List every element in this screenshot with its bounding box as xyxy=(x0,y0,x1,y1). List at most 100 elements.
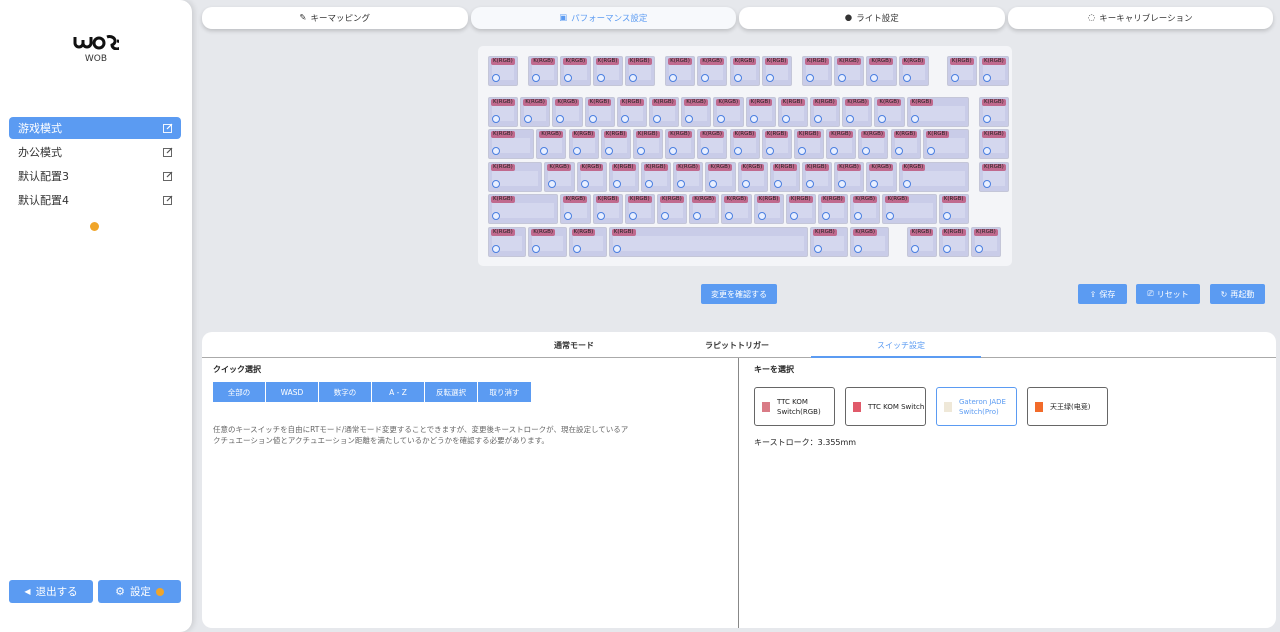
tab-rapid-trigger[interactable]: ラピットトリガー xyxy=(705,340,769,351)
keycap[interactable]: K(RGB) xyxy=(858,129,889,159)
keycap[interactable]: K(RGB) xyxy=(810,96,841,127)
select-all-button[interactable]: 全部の xyxy=(213,382,265,402)
keycap[interactable]: K(RGB) xyxy=(721,194,752,224)
keycap[interactable]: K(RGB) xyxy=(600,129,631,159)
keycap[interactable]: K(RGB) xyxy=(705,161,736,192)
keycap[interactable]: K(RGB) xyxy=(882,194,937,224)
keycap[interactable]: K(RGB) xyxy=(979,161,1010,192)
keycap[interactable]: K(RGB) xyxy=(520,96,551,127)
keycap[interactable]: K(RGB) xyxy=(801,161,833,192)
keycap[interactable]: K(RGB) xyxy=(906,96,969,127)
keycap[interactable]: K(RGB) xyxy=(528,56,559,86)
keycap[interactable]: K(RGB) xyxy=(737,161,768,192)
keycap[interactable]: K(RGB) xyxy=(866,161,897,192)
keycap[interactable]: K(RGB) xyxy=(818,194,849,224)
keycap[interactable]: K(RGB) xyxy=(761,56,792,86)
keycap[interactable]: K(RGB) xyxy=(810,226,849,257)
keycap[interactable]: K(RGB) xyxy=(793,129,825,159)
keycap[interactable]: K(RGB) xyxy=(624,56,656,86)
cancel-selection-button[interactable]: 取り消す xyxy=(478,382,531,402)
keycap[interactable]: K(RGB) xyxy=(745,96,776,127)
keycap[interactable]: K(RGB) xyxy=(681,96,712,127)
keycap[interactable]: K(RGB) xyxy=(536,129,567,159)
tab-lighting[interactable]: ● ライト設定 xyxy=(739,7,1005,29)
keycap[interactable]: K(RGB) xyxy=(785,194,817,224)
settings-button[interactable]: ⚙ 設定 xyxy=(98,580,181,603)
profile-item-4[interactable]: 默认配置4 xyxy=(9,189,181,211)
keycap[interactable]: K(RGB) xyxy=(850,226,889,257)
keycap[interactable]: K(RGB) xyxy=(697,129,728,159)
keycap[interactable]: K(RGB) xyxy=(488,56,519,86)
keycap[interactable]: K(RGB) xyxy=(979,56,1010,86)
keycap[interactable]: K(RGB) xyxy=(568,129,599,159)
keycap[interactable]: K(RGB) xyxy=(753,194,784,224)
edit-icon[interactable] xyxy=(163,195,173,205)
keycap[interactable]: K(RGB) xyxy=(826,129,857,159)
keycap[interactable]: K(RGB) xyxy=(649,96,680,127)
switch-option-1[interactable]: TTC KOM Switch(RGB) xyxy=(754,387,835,426)
keycap[interactable]: K(RGB) xyxy=(898,56,929,86)
keycap[interactable]: K(RGB) xyxy=(777,96,808,127)
keycap[interactable]: K(RGB) xyxy=(592,56,623,86)
info-icon[interactable] xyxy=(90,222,99,231)
keycap[interactable]: K(RGB) xyxy=(488,96,519,127)
keycap[interactable]: K(RGB) xyxy=(488,129,535,159)
keycap[interactable]: K(RGB) xyxy=(697,56,728,86)
keycap[interactable]: K(RGB) xyxy=(834,161,865,192)
keycap[interactable]: K(RGB) xyxy=(560,56,591,86)
keycap[interactable]: K(RGB) xyxy=(938,194,969,224)
keycap[interactable]: K(RGB) xyxy=(874,96,905,127)
keycap[interactable]: K(RGB) xyxy=(488,194,559,224)
keycap[interactable]: K(RGB) xyxy=(801,56,833,86)
keycap[interactable]: K(RGB) xyxy=(640,161,672,192)
keycap[interactable]: K(RGB) xyxy=(866,56,897,86)
keycap[interactable]: K(RGB) xyxy=(665,56,696,86)
keycap[interactable]: K(RGB) xyxy=(946,56,978,86)
select-az-button[interactable]: A - Z xyxy=(372,382,424,402)
confirm-changes-button[interactable]: 変更を確認する xyxy=(701,284,777,304)
keycap[interactable]: K(RGB) xyxy=(769,161,800,192)
select-wasd-button[interactable]: WASD xyxy=(266,382,318,402)
keycap[interactable]: K(RGB) xyxy=(713,96,744,127)
keycap[interactable]: K(RGB) xyxy=(544,161,575,192)
tab-performance[interactable]: ▣ パフォーマンス設定 xyxy=(470,7,736,29)
keycap[interactable]: K(RGB) xyxy=(576,161,607,192)
tab-key-mapping[interactable]: ✎ キーマッピング xyxy=(202,7,468,29)
keycap[interactable]: K(RGB) xyxy=(624,194,656,224)
switch-option-3[interactable]: Gateron JADE Switch(Pro) xyxy=(936,387,1017,426)
keycap[interactable]: K(RGB) xyxy=(608,161,639,192)
keycap[interactable]: K(RGB) xyxy=(729,56,760,86)
keycap[interactable]: K(RGB) xyxy=(979,96,1010,127)
edit-icon[interactable] xyxy=(163,171,173,181)
keycap[interactable]: K(RGB) xyxy=(592,194,623,224)
invert-selection-button[interactable]: 反転選択 xyxy=(425,382,477,402)
keycap[interactable]: K(RGB) xyxy=(842,96,873,127)
keycap[interactable]: K(RGB) xyxy=(906,226,937,257)
keycap[interactable]: K(RGB) xyxy=(979,129,1010,159)
reboot-button[interactable]: ↻ 再起動 xyxy=(1210,284,1265,304)
keycap[interactable]: K(RGB) xyxy=(834,56,865,86)
profile-item-2[interactable]: 办公模式 xyxy=(9,141,181,163)
keycap[interactable]: K(RGB) xyxy=(488,226,527,257)
keycap[interactable]: K(RGB) xyxy=(689,194,720,224)
keycap[interactable]: K(RGB) xyxy=(665,129,696,159)
keycap[interactable]: K(RGB) xyxy=(673,161,704,192)
tab-calibration[interactable]: ◌ キーキャリブレーション xyxy=(1007,7,1273,29)
keycap[interactable]: K(RGB) xyxy=(584,96,615,127)
edit-icon[interactable] xyxy=(163,147,173,157)
switch-option-4[interactable]: 天王绿(电竞) xyxy=(1027,387,1108,426)
tab-switch-settings[interactable]: スイッチ設定 xyxy=(877,340,925,351)
keycap[interactable]: K(RGB) xyxy=(616,96,647,127)
keycap[interactable]: K(RGB) xyxy=(560,194,591,224)
keycap[interactable]: K(RGB) xyxy=(657,194,688,224)
keycap[interactable]: K(RGB) xyxy=(761,129,792,159)
tab-normal-mode[interactable]: 通常モード xyxy=(554,340,594,351)
keycap[interactable]: K(RGB) xyxy=(608,226,808,257)
select-numbers-button[interactable]: 数字の xyxy=(319,382,371,402)
profile-item-3[interactable]: 默认配置3 xyxy=(9,165,181,187)
save-button[interactable]: ⇪ 保存 xyxy=(1078,284,1127,304)
keycap[interactable]: K(RGB) xyxy=(568,226,607,257)
keycap[interactable]: K(RGB) xyxy=(922,129,969,159)
edit-icon[interactable] xyxy=(163,123,173,133)
keycap[interactable]: K(RGB) xyxy=(729,129,760,159)
